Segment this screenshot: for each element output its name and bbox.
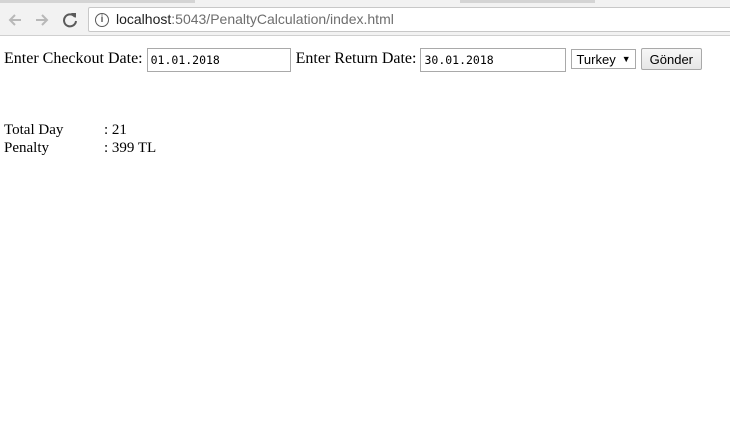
country-select[interactable]: Turkey ▼ [571, 49, 636, 69]
penalty-row: Penalty : 399 TL [4, 139, 156, 157]
return-date-label: Enter Return Date: [295, 50, 417, 67]
url-path: :5043/PenaltyCalculation/index.html [171, 11, 394, 27]
info-icon[interactable]: i [95, 13, 109, 27]
results-panel: Total Day : 21 Penalty : 399 TL [4, 121, 156, 157]
browser-toolbar: i localhost:5043/PenaltyCalculation/inde… [0, 3, 730, 36]
forward-arrow-icon [36, 14, 49, 26]
address-bar[interactable]: i localhost:5043/PenaltyCalculation/inde… [88, 7, 730, 32]
back-arrow-icon [8, 14, 21, 26]
dropdown-arrow-icon: ▼ [621, 54, 631, 64]
submit-button[interactable]: Gönder [640, 48, 703, 70]
reload-button[interactable] [60, 10, 80, 30]
penalty-value: : 399 TL [104, 140, 157, 156]
url-text: localhost:5043/PenaltyCalculation/index.… [116, 11, 394, 27]
total-day-label: Total Day [4, 122, 64, 138]
country-select-value: Turkey [576, 51, 616, 67]
total-day-row: Total Day : 21 [4, 121, 156, 139]
penalty-label: Penalty [4, 140, 49, 156]
reload-icon [63, 13, 77, 28]
checkout-date-input[interactable]: 01.01.2018 [146, 47, 291, 72]
penalty-form: Enter Checkout Date: 01.01.2018 Enter Re… [4, 47, 703, 72]
checkout-date-label: Enter Checkout Date: [4, 50, 143, 67]
back-button[interactable] [5, 10, 25, 30]
total-day-value: : 21 [104, 122, 127, 138]
forward-button[interactable] [32, 10, 52, 30]
url-host: localhost [116, 11, 172, 27]
return-date-input[interactable]: 30.01.2018 [420, 47, 567, 72]
